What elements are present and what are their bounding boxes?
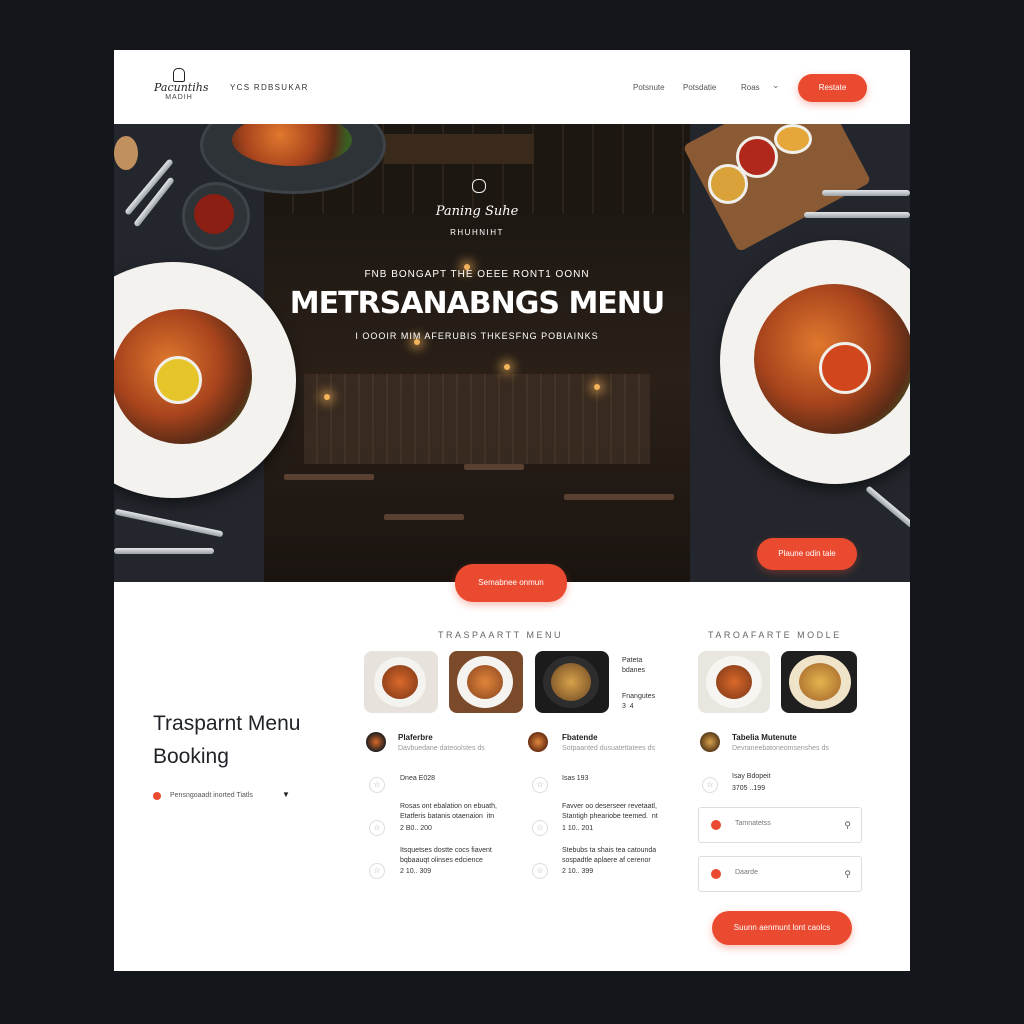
dish-icon — [528, 732, 548, 752]
dish-icon — [366, 732, 386, 752]
menu-side-text-1: Pateta bdanes — [622, 657, 645, 674]
logo-icon — [173, 68, 185, 82]
menu-item-name: Plaferbre — [398, 733, 433, 742]
menu-item2-price: 2 10.. 309 — [400, 868, 432, 875]
menu-label: TRASPAARTT MENU — [438, 630, 564, 640]
star-icon[interactable]: ☆ — [702, 777, 718, 793]
table-name: Tabelia Mutenute — [732, 733, 797, 742]
page: Pacuntihs MADIH YCS RDBSUKAR Potsnute Po… — [114, 50, 910, 971]
hero-logo-icon — [472, 179, 486, 193]
star-icon[interactable]: ☆ — [369, 820, 385, 836]
hero-logo-script: Paning Suhe — [435, 204, 519, 219]
hero: Paning Suhe RHUHNIHT FNB BONGAPT THE OEE… — [114, 124, 910, 582]
menu-side-text-2: Fnangutes 3 4 — [622, 693, 656, 710]
nav-item-3[interactable]: Roas — [741, 83, 760, 92]
table-price-label: Isay Bdopeit — [732, 773, 771, 780]
header-tagline: YCS RDBSUKAR — [230, 83, 309, 92]
hero-pretitle: FNB BONGAPT THE OEEE RONT1 OONN — [364, 269, 590, 280]
menu-item1-price: 1 10.. 201 — [562, 825, 594, 832]
star-icon[interactable]: ☆ — [532, 777, 548, 793]
menu-item-desc: Davbuedane dateoolstes ds — [398, 745, 485, 752]
fork-icon-right — [822, 190, 910, 196]
dish-icon — [700, 732, 720, 752]
menu-item2-desc: Itsquetses dostte cocs fiavent bqbaauqt … — [400, 847, 492, 864]
field-text: Tamnatetss — [735, 820, 771, 827]
menu-item1-desc: Rosas ont ebalation on ebuath, Etatferis… — [400, 803, 497, 820]
menu-item2-desc: Stebubs ta shais tea catounda sospadtle … — [562, 847, 657, 864]
menu-thumb-1[interactable] — [364, 651, 438, 713]
logo-script: Pacuntihs — [154, 81, 209, 94]
nav-item-2[interactable]: Potsdatie — [683, 83, 716, 92]
booking-heading-line2: Booking — [153, 745, 229, 768]
chevron-down-icon[interactable]: ▼ — [282, 790, 290, 799]
menu-item1-desc: Favver oo deserseer revetaatl, Stantigh … — [562, 803, 658, 820]
booking-heading-line1: Traspar­nt Menu — [153, 712, 301, 735]
booking-dropdown[interactable]: Pensngoaadt inorted Tiatls — [170, 792, 253, 799]
hero-title: METRSANABNGS MENU — [289, 286, 666, 321]
hero-subtitle: I OOOIR MIM AFERUBIS THKESFNG POBIAINKS — [355, 331, 599, 341]
menu-price-line: Isas 193 — [562, 775, 589, 782]
booking-section: Traspar­nt Menu Booking Pensngoaadt inor… — [114, 582, 910, 971]
star-icon[interactable]: ☆ — [369, 777, 385, 793]
menu-item1-price: 2 B0.. 200 — [400, 825, 432, 832]
chevron-down-icon[interactable]: ⌄ — [772, 80, 780, 91]
field-dot-icon — [711, 820, 721, 830]
booking-field-name[interactable]: Tamnatetss ⚲ — [698, 807, 862, 843]
logo[interactable]: Pacuntihs MADIH — [154, 68, 209, 101]
dropdown-dot — [153, 792, 161, 800]
booking-field-date[interactable]: Daarde ⚲ — [698, 856, 862, 892]
table-thumb-2[interactable] — [781, 651, 857, 713]
site-header: Pacuntihs MADIH YCS RDBSUKAR Potsnute Po… — [114, 50, 910, 124]
spoon-icon — [804, 212, 910, 218]
menu-item-desc: Sotpaanted dusuatettatees ds — [562, 745, 656, 752]
table-desc: Devraneebatoneomsenshes ds — [732, 745, 829, 752]
star-icon[interactable]: ☆ — [532, 820, 548, 836]
field-dot-icon — [711, 869, 721, 879]
location-pin-icon: ⚲ — [844, 820, 851, 830]
knife-icon-bottom — [114, 548, 214, 554]
menu-price-line: Dnea E028 — [400, 775, 436, 782]
table-thumb-1[interactable] — [698, 651, 770, 713]
star-icon[interactable]: ☆ — [532, 863, 548, 879]
logo-sub: MADIH — [165, 94, 193, 101]
nav-item-1[interactable]: Potsnute — [633, 83, 665, 92]
table-label: TAROAFARTE MODLE — [708, 630, 842, 640]
hero-center-button[interactable]: Semabnee onmun — [455, 564, 567, 602]
star-icon[interactable]: ☆ — [369, 863, 385, 879]
menu-thumb-2[interactable] — [449, 651, 523, 713]
hero-logo-sub: RHUHNIHT — [450, 228, 504, 237]
hero-right-button[interactable]: Plaune odin tale — [757, 538, 857, 570]
header-cta-button[interactable]: Restate — [798, 74, 867, 102]
booking-submit-button[interactable]: Suunn aenmunt lont caolcs — [712, 911, 852, 945]
menu-thumb-3[interactable] — [535, 651, 609, 713]
table-price-range: 3705 ..199 — [732, 785, 766, 792]
menu-item-name: Fbatende — [562, 733, 598, 742]
location-pin-icon: ⚲ — [844, 869, 851, 879]
menu-item2-price: 2 10.. 399 — [562, 868, 594, 875]
field-text: Daarde — [735, 869, 758, 876]
